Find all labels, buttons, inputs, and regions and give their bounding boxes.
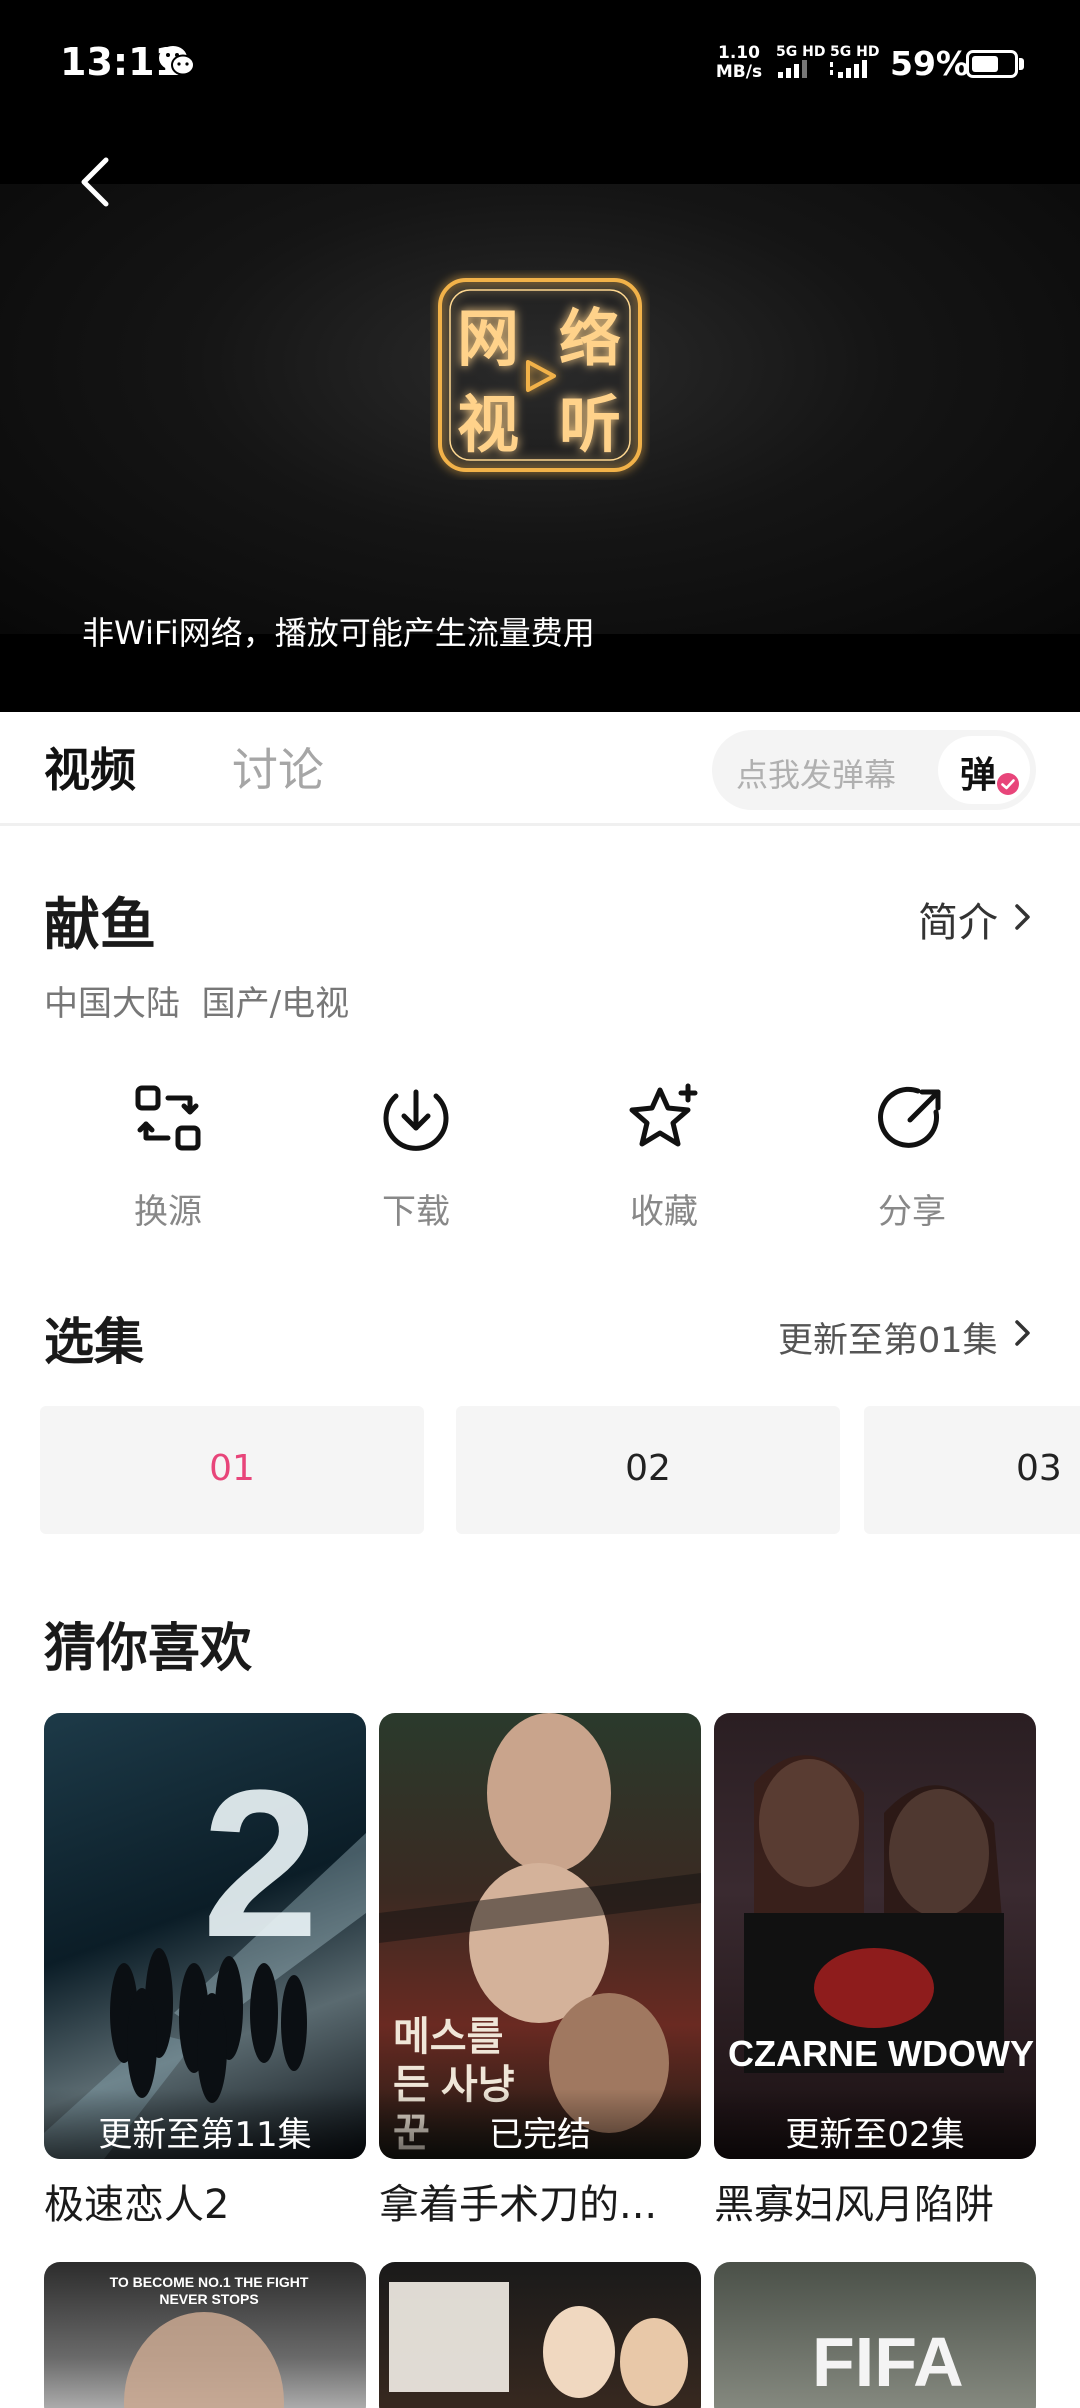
favorite-button[interactable]: 收藏 bbox=[580, 1082, 740, 1232]
danmaku-input[interactable]: 点我发弹幕 弹 bbox=[712, 730, 1036, 810]
content-tabs: 视频 讨论 点我发弹幕 弹 bbox=[0, 712, 1080, 826]
tab-video[interactable]: 视频 bbox=[44, 734, 136, 800]
episode-tile[interactable]: 01 bbox=[40, 1406, 424, 1534]
download-icon bbox=[383, 1089, 449, 1151]
battery-icon bbox=[966, 50, 1018, 78]
recommendation-poster[interactable]: 메스를 든 사냥꾼 已完结 bbox=[379, 1713, 701, 2159]
recommendation-poster[interactable]: 2 更新至第11集 bbox=[44, 1713, 366, 2159]
poster-status: 更新至第11集 bbox=[44, 2089, 366, 2159]
logo-glyph: 络 bbox=[559, 302, 621, 375]
poster-art-text: 2 bbox=[202, 1746, 319, 1981]
chevron-right-icon[interactable] bbox=[1012, 900, 1034, 934]
download-label: 下载 bbox=[382, 1192, 450, 1232]
danmaku-toggle[interactable]: 弹 bbox=[938, 736, 1030, 804]
network-speed: 1.10 MB/s bbox=[714, 44, 764, 82]
download-button[interactable]: 下载 bbox=[332, 1082, 492, 1232]
chevron-right-icon[interactable] bbox=[1012, 1316, 1034, 1350]
signal-bars-icon bbox=[830, 60, 867, 78]
swap-source-button[interactable]: 换源 bbox=[84, 1082, 244, 1232]
network-audiovisual-logo: 网 络 视 听 bbox=[438, 278, 642, 472]
battery-tip bbox=[1019, 58, 1024, 70]
recommendation-poster[interactable] bbox=[379, 2262, 701, 2408]
poster-title[interactable]: 极速恋人2 bbox=[44, 2172, 374, 2230]
episode-number: 03 bbox=[1016, 1448, 1062, 1489]
battery-percent: 59% bbox=[890, 44, 969, 83]
sim2-label: 5G HD bbox=[830, 44, 880, 60]
swap-source-icon bbox=[135, 1085, 201, 1151]
episode-tile[interactable]: 03 bbox=[864, 1406, 1080, 1534]
episode-tile[interactable]: 02 bbox=[456, 1406, 840, 1534]
share-icon bbox=[878, 1086, 941, 1148]
poster-status: 更新至02集 bbox=[714, 2089, 1036, 2159]
show-meta: 中国大陆 国产/电视 bbox=[44, 984, 350, 1024]
poster-art-text: CZARNE WDOWY bbox=[728, 2033, 1034, 2074]
swap-source-label: 换源 bbox=[134, 1192, 202, 1232]
back-arrow-icon[interactable] bbox=[70, 152, 120, 212]
favorite-label: 收藏 bbox=[630, 1192, 698, 1232]
favorite-star-icon bbox=[629, 1083, 698, 1147]
danmaku-placeholder: 点我发弹幕 bbox=[736, 756, 897, 794]
logo-glyph: 视 bbox=[457, 388, 519, 461]
share-button[interactable]: 分享 bbox=[828, 1082, 988, 1232]
data-usage-notice: 非WiFi网络，播放可能产生流量费用 bbox=[82, 614, 595, 652]
poster-title[interactable]: 黑寡妇风月陷阱 bbox=[714, 2172, 1044, 2230]
share-label: 分享 bbox=[878, 1192, 946, 1232]
episodes-heading: 选集 bbox=[44, 1313, 144, 1371]
signal-bars-icon bbox=[778, 60, 807, 78]
recommendation-poster[interactable]: FIFA bbox=[714, 2262, 1036, 2408]
sim1-signal: 5G HD bbox=[776, 44, 832, 82]
network-speed-unit: MB/s bbox=[715, 62, 763, 82]
logo-glyph: 听 bbox=[559, 388, 621, 461]
episodes-update-link[interactable]: 更新至第01集 bbox=[778, 1312, 998, 1363]
network-speed-value: 1.10 bbox=[718, 43, 760, 63]
danmaku-toggle-label: 弹 bbox=[960, 755, 997, 796]
poster-title[interactable]: 拿着手术刀的... bbox=[379, 2172, 709, 2230]
danmaku-on-check-icon bbox=[997, 773, 1019, 795]
poster-art bbox=[389, 2282, 688, 2406]
recommendation-poster[interactable]: CZARNE WDOWY 更新至02集 bbox=[714, 1713, 1036, 2159]
tab-discuss[interactable]: 讨论 bbox=[232, 734, 324, 800]
show-title: 献鱼 bbox=[44, 893, 156, 958]
sim1-label: 5G HD bbox=[776, 44, 826, 60]
intro-link[interactable]: 简介 bbox=[918, 890, 998, 948]
video-player[interactable]: 网 络 视 听 非WiFi网络，播放可能产生流量费用 bbox=[0, 130, 1080, 712]
recommendation-poster[interactable]: TO BECOME NO.1 THE FIGHT NEVER STOPS bbox=[44, 2262, 366, 2408]
poster-art bbox=[124, 2312, 284, 2408]
wechat-icon bbox=[159, 46, 195, 76]
poster-status: 已完结 bbox=[379, 2089, 701, 2159]
poster-art-text: FIFA bbox=[812, 2323, 964, 2401]
recommendations-heading: 猜你喜欢 bbox=[44, 1619, 253, 1679]
logo-glyph: 网 bbox=[457, 302, 519, 375]
episode-number: 02 bbox=[625, 1448, 671, 1489]
status-bar: 13:11 1.10 MB/s 5G HD 5G HD 59% bbox=[0, 0, 1080, 130]
sim2-signal: 5G HD bbox=[830, 44, 886, 82]
episode-number: 01 bbox=[209, 1448, 255, 1489]
